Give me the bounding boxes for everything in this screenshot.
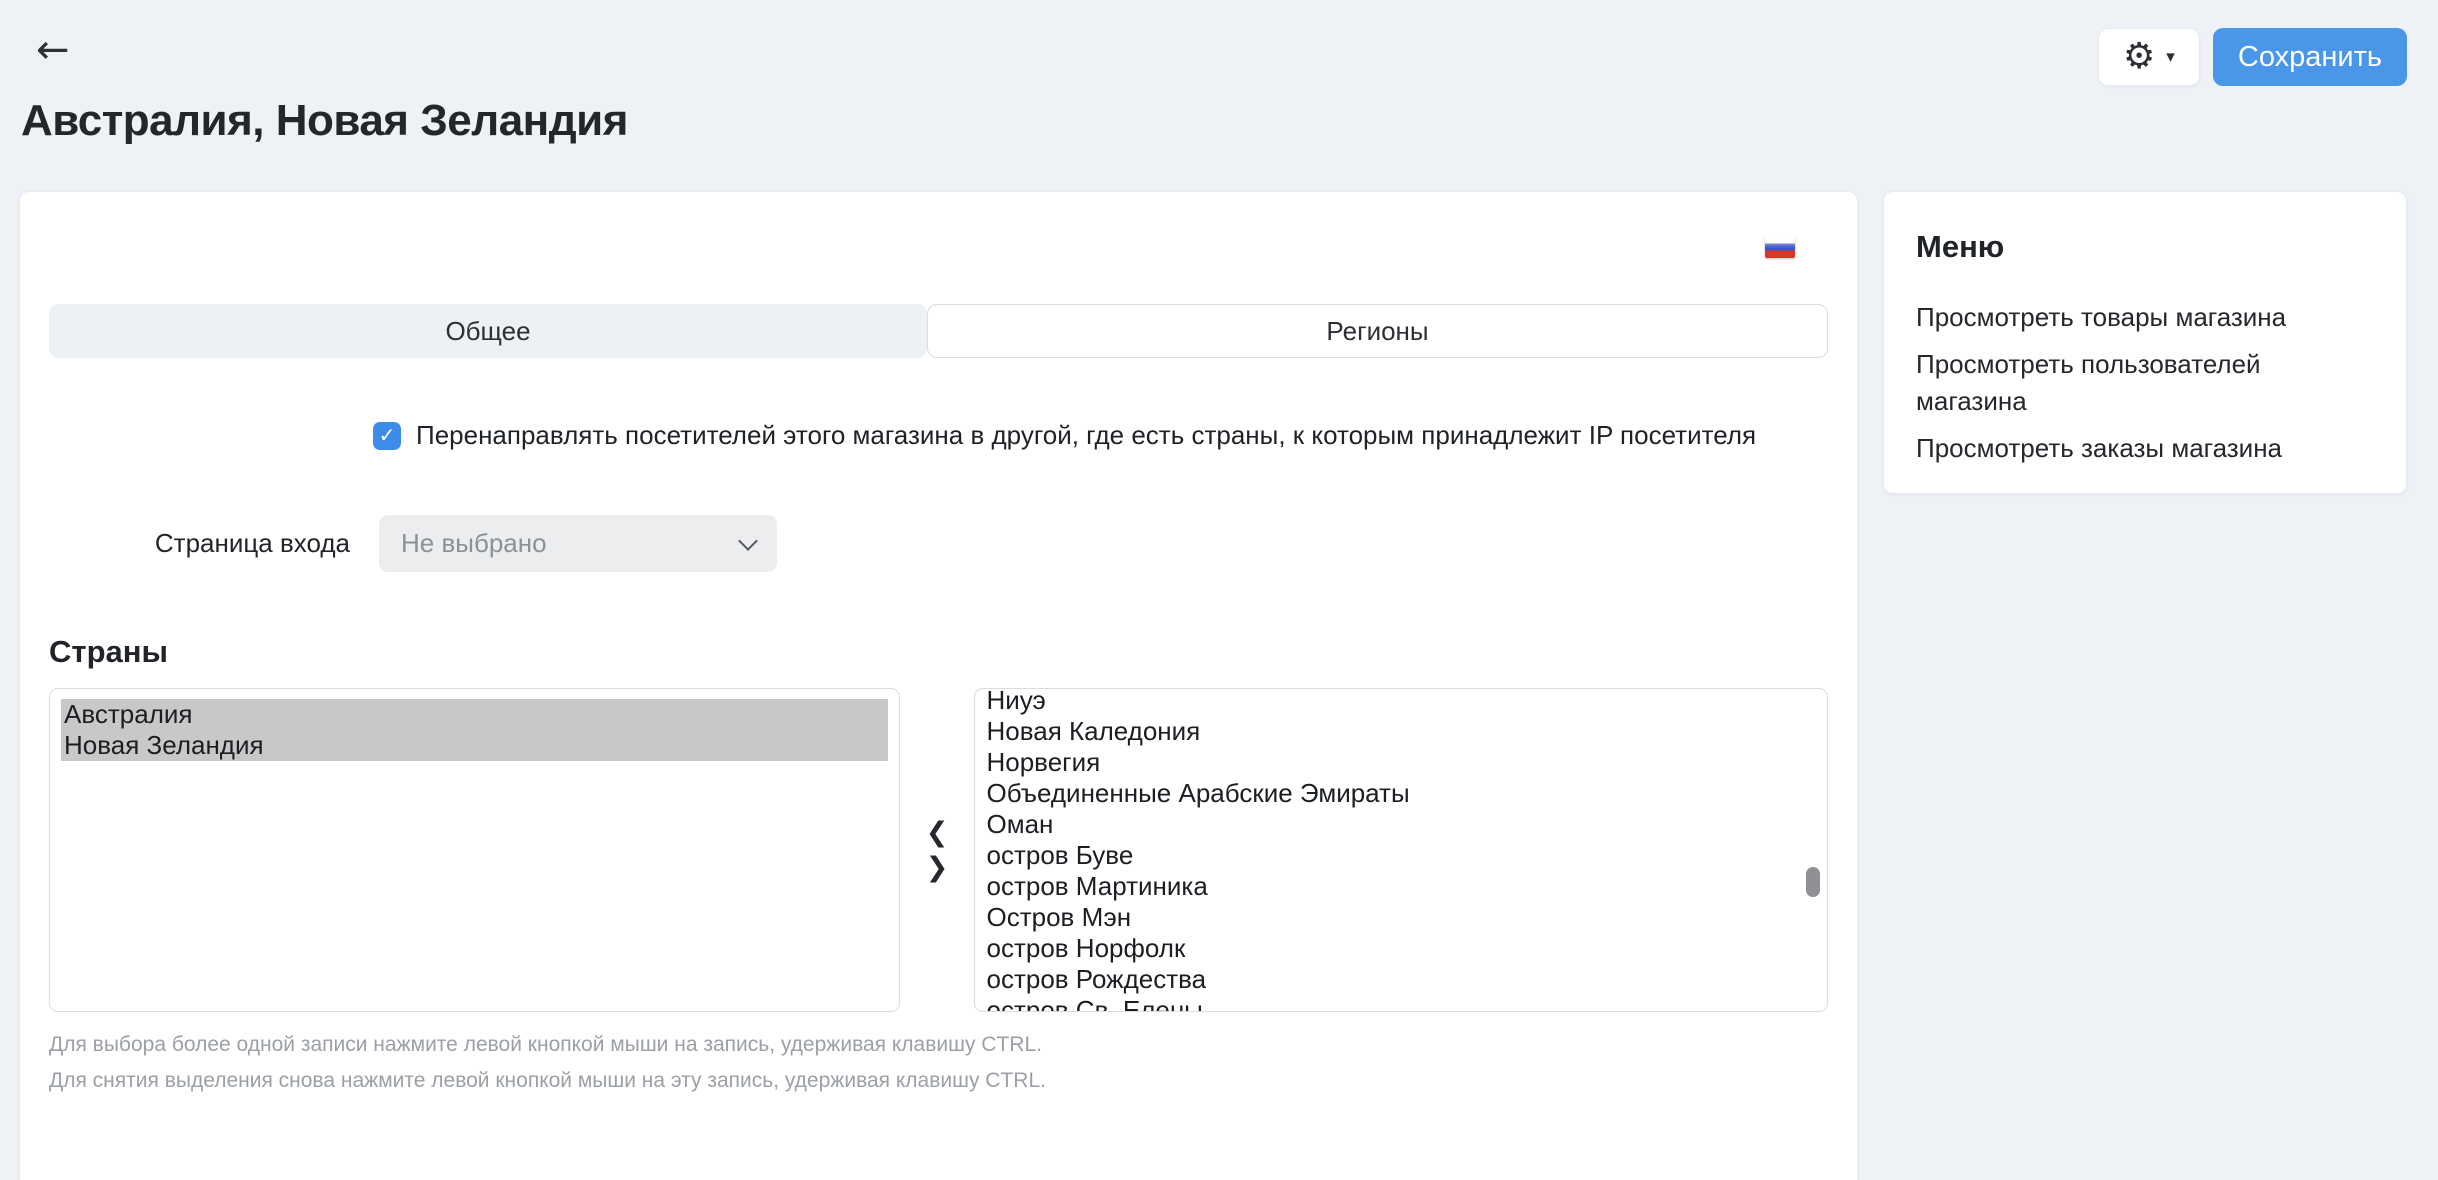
hint-deselect: Для снятия выделения снова нажмите левой… [49, 1070, 1828, 1091]
move-arrows: ❮ ❯ [900, 688, 975, 1012]
back-button[interactable]: ← [36, 30, 70, 70]
redirect-checkbox-label: Перенаправлять посетителей этого магазин… [416, 420, 1756, 451]
menu-heading: Меню [1916, 229, 2374, 265]
list-item[interactable]: остров Мартиника [986, 871, 1827, 902]
menu-card: Меню Просмотреть товары магазина Просмот… [1883, 191, 2407, 494]
tab-regions[interactable]: Регионы [927, 304, 1828, 358]
hint-multiselect: Для выбора более одной записи нажмите ле… [49, 1034, 1828, 1055]
check-icon: ✓ [379, 423, 396, 448]
menu-link-store-users[interactable]: Просмотреть пользователей магазина [1916, 346, 2356, 420]
content-area: Общее Регионы ✓ Перенаправлять посетител… [19, 191, 2407, 1180]
russia-flag-icon[interactable] [1765, 236, 1795, 258]
top-actions: ⚙ ▾ Сохранить [2098, 28, 2407, 86]
redirect-checkbox[interactable]: ✓ [373, 422, 401, 450]
list-item[interactable]: Новая Зеландия [61, 730, 888, 761]
scrollbar-thumb[interactable] [1806, 867, 1820, 897]
entry-page-select[interactable]: Не выбрано [379, 515, 777, 572]
menu-link-store-products[interactable]: Просмотреть товары магазина [1916, 299, 2356, 336]
chevron-down-icon [738, 531, 758, 551]
menu-link-store-orders[interactable]: Просмотреть заказы магазина [1916, 430, 2356, 467]
list-item[interactable]: Норвегия [986, 747, 1827, 778]
back-arrow-icon: ← [36, 27, 70, 73]
list-item[interactable]: остров Норфолк [986, 933, 1827, 964]
redirect-checkbox-row: ✓ Перенаправлять посетителей этого магаз… [373, 420, 1828, 451]
list-item[interactable]: остров Св. Елены [986, 995, 1827, 1012]
page-title: Австралия, Новая Зеландия [21, 96, 628, 146]
entry-page-select-value: Не выбрано [401, 528, 547, 559]
settings-dropdown-button[interactable]: ⚙ ▾ [2098, 28, 2200, 86]
countries-dual-list: Австралия Новая Зеландия ❮ ❯ Ниуэ Новая … [49, 688, 1828, 1012]
listbox-hints: Для выбора более одной записи нажмите ле… [49, 1034, 1828, 1091]
tab-bar: Общее Регионы [49, 304, 1828, 358]
store-settings-card: Общее Регионы ✓ Перенаправлять посетител… [19, 191, 1858, 1180]
tab-regions-label: Регионы [1326, 316, 1428, 347]
entry-page-row: Страница входа Не выбрано [49, 515, 1828, 572]
save-button[interactable]: Сохранить [2213, 28, 2407, 86]
gear-icon: ⚙ [2123, 39, 2155, 75]
countries-heading: Страны [49, 634, 1828, 670]
list-item[interactable]: Остров Мэн [986, 902, 1827, 933]
list-item[interactable]: Ниуэ [986, 688, 1827, 716]
list-item[interactable]: Австралия [61, 699, 888, 730]
tab-general[interactable]: Общее [49, 304, 927, 358]
list-item[interactable]: Объединенные Арабские Эмираты [986, 778, 1827, 809]
selected-countries-listbox[interactable]: Австралия Новая Зеландия [49, 688, 900, 1012]
move-right-button[interactable]: ❯ [926, 854, 949, 881]
entry-page-label: Страница входа [49, 528, 350, 559]
tab-general-label: Общее [445, 316, 530, 347]
move-left-button[interactable]: ❮ [926, 819, 949, 846]
available-countries-listbox[interactable]: Ниуэ Новая Каледония Норвегия Объединенн… [974, 688, 1828, 1012]
list-item[interactable]: Новая Каледония [986, 716, 1827, 747]
list-item[interactable]: остров Рождества [986, 964, 1827, 995]
list-item[interactable]: остров Буве [986, 840, 1827, 871]
caret-down-icon: ▾ [2166, 49, 2175, 66]
list-item[interactable]: Оман [986, 809, 1827, 840]
